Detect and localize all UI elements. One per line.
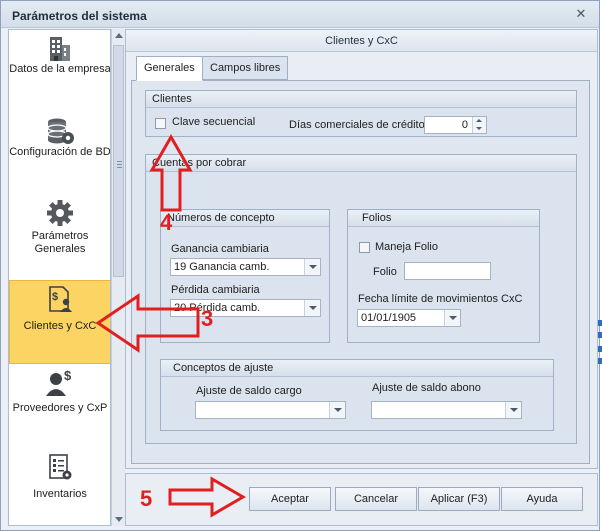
annotation-arrow-left-icon [95,293,200,353]
annotation-number-5: 5 [140,486,153,511]
annotation-arrow-up-icon [149,133,193,212]
annotation-arrow-right-icon [168,476,246,518]
annotation-number-3: 3 [201,306,214,331]
annotation-number-4: 4 [160,210,173,235]
annotation-overlay [95,133,246,518]
tab-generales[interactable]: Generales [136,56,203,81]
